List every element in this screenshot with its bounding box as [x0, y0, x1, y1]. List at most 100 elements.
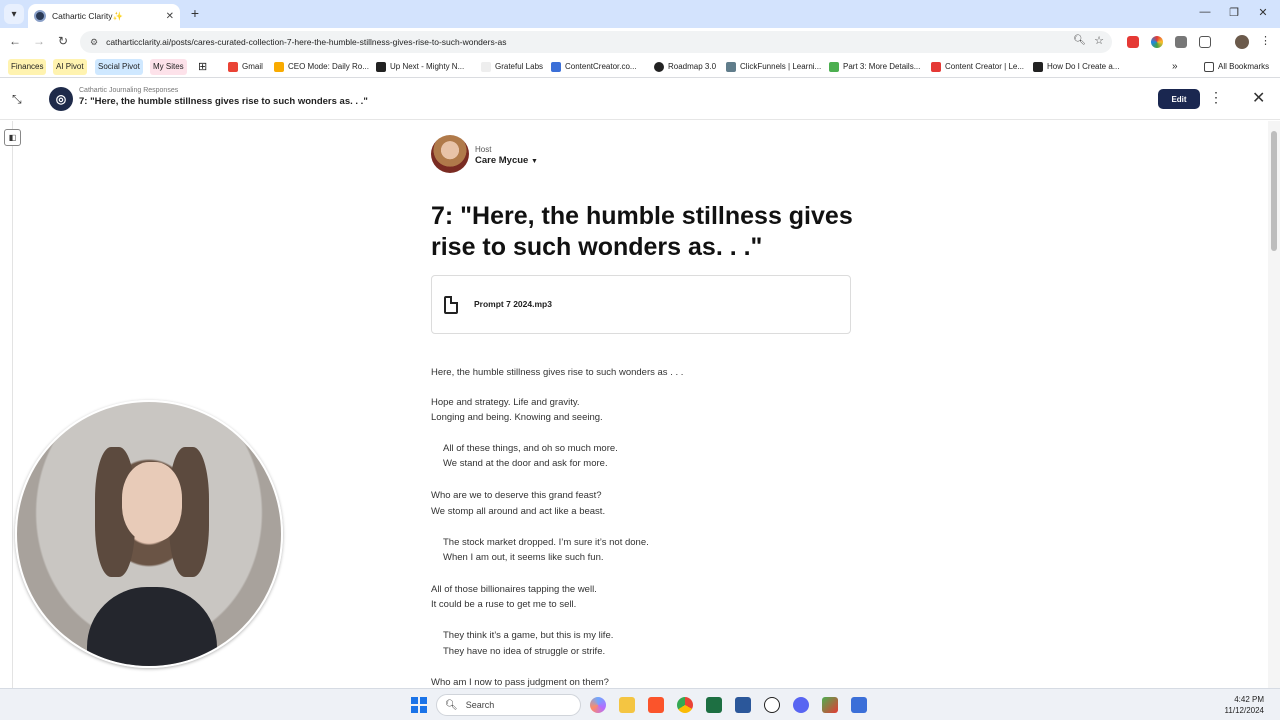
- bookmark-label: Finances: [8, 59, 47, 75]
- windows-start-icon[interactable]: [411, 697, 427, 713]
- bookmark-link[interactable]: ContentCreator.co...: [551, 59, 637, 75]
- bookmark-label: How Do I Create a...: [1047, 62, 1120, 71]
- bookmark-label: Roadmap 3.0: [668, 62, 717, 71]
- word-icon[interactable]: [735, 697, 751, 713]
- poem-line: They think it’s a game, but this is my l…: [443, 630, 614, 641]
- forward-icon[interactable]: →: [31, 34, 47, 48]
- search-icon: 🔍︎: [445, 699, 458, 711]
- scroll-thumb[interactable]: [1271, 131, 1277, 251]
- youtube-extension-icon[interactable]: [1127, 36, 1139, 48]
- poem-line: All of those billionaires tapping the we…: [431, 584, 597, 595]
- bookmark-folder[interactable]: My Sites: [150, 59, 187, 75]
- all-bookmarks-folder[interactable]: All Bookmarks: [1204, 59, 1269, 75]
- bookmark-link[interactable]: Part 3: More Details...: [829, 59, 920, 75]
- bookmark-icon: [551, 62, 561, 72]
- site-favicon-icon: [34, 10, 46, 22]
- tab-search-dropdown-icon[interactable]: ▾: [4, 4, 24, 24]
- sidebar-toggle-icon[interactable]: ◧: [4, 129, 21, 146]
- host-name-dropdown[interactable]: Care Mycue ▼: [475, 155, 538, 166]
- poem-line: It could be a ruse to get me to sell.: [431, 599, 577, 610]
- file-explorer-icon[interactable]: [619, 697, 635, 713]
- bookmark-label: Part 3: More Details...: [843, 62, 921, 71]
- poem-line: Here, the humble stillness gives rise to…: [431, 367, 684, 378]
- poem-line: Who are we to deserve this grand feast?: [431, 490, 602, 501]
- bookmark-link[interactable]: Grateful Labs: [481, 59, 543, 75]
- audio-attachment[interactable]: Prompt 7 2024.mp3: [431, 275, 851, 334]
- bookmark-link[interactable]: Content Creator | Le...: [931, 59, 1024, 75]
- file-icon: [444, 296, 458, 314]
- discord-icon[interactable]: [793, 697, 809, 713]
- profile-avatar[interactable]: [1235, 35, 1249, 49]
- poem-line: They have no idea of struggle or strife.: [443, 646, 606, 657]
- poem-line: All of these things, and oh so much more…: [443, 443, 618, 454]
- color-extension-icon[interactable]: [1151, 36, 1163, 48]
- bookmark-icon: [1033, 62, 1043, 72]
- bookmark-folder[interactable]: Social Pivot: [95, 59, 143, 75]
- bookmark-label: Grateful Labs: [495, 62, 544, 71]
- course-logo-icon: ◎: [49, 87, 73, 111]
- bookmark-icon: [829, 62, 839, 72]
- zoom-icon[interactable]: 🔍︎: [1073, 35, 1086, 46]
- poem-line: Hope and strategy. Life and gravity.: [431, 397, 580, 408]
- clock-date: 11/12/2024: [1224, 706, 1264, 715]
- webcam-bubble[interactable]: [15, 400, 283, 668]
- bookmark-link[interactable]: How Do I Create a...: [1033, 59, 1119, 75]
- extensions-puzzle-icon[interactable]: [1199, 36, 1211, 48]
- host-name: Care Mycue: [475, 155, 529, 166]
- system-clock[interactable]: 4:42 PM 11/12/2024: [1214, 694, 1264, 716]
- bookmark-icon: [376, 62, 386, 72]
- copilot-icon[interactable]: [590, 697, 606, 713]
- url-text[interactable]: catharticclarity.ai/posts/cares-curated-…: [106, 37, 506, 47]
- host-label: Host: [475, 145, 492, 154]
- bookmark-link[interactable]: Up Next - Mighty N...: [376, 59, 464, 75]
- attachment-name[interactable]: Prompt 7 2024.mp3: [474, 299, 552, 309]
- bookmark-label: Gmail: [242, 62, 263, 71]
- bookmark-icon: [274, 62, 284, 72]
- dell-icon[interactable]: [764, 697, 780, 713]
- maximize-icon[interactable]: ❐: [1226, 6, 1242, 19]
- scrollbar[interactable]: [1268, 121, 1280, 688]
- tab-close-icon[interactable]: ✕: [166, 11, 174, 22]
- bookmark-link[interactable]: Gmail: [228, 59, 263, 75]
- poem-line: When I am out, it seems like such fun.: [443, 552, 604, 563]
- bookmark-label: ClickFunnels | Learni...: [740, 62, 822, 71]
- back-icon[interactable]: ←: [7, 34, 23, 48]
- bookmark-folder[interactable]: Finances: [8, 59, 47, 75]
- chrome-icon[interactable]: [677, 697, 693, 713]
- close-icon[interactable]: ✕: [1252, 88, 1265, 108]
- browser-menu-icon[interactable]: ⋮: [1260, 34, 1271, 47]
- edit-button[interactable]: Edit: [1158, 89, 1200, 109]
- poem-line: Who am I now to pass judgment on them?: [431, 677, 609, 688]
- brave-icon[interactable]: [648, 697, 664, 713]
- folder-icon: [1204, 62, 1214, 72]
- poem-line: We stomp all around and act like a beast…: [431, 506, 606, 517]
- bookmark-star-icon[interactable]: ☆: [1094, 34, 1104, 47]
- bookmark-link[interactable]: Roadmap 3.0: [654, 59, 716, 75]
- bookmark-icon: [931, 62, 941, 72]
- more-options-icon[interactable]: ⋮: [1209, 89, 1223, 106]
- bookmark-link[interactable]: ClickFunnels | Learni...: [726, 59, 821, 75]
- collapse-icon[interactable]: ⤡: [12, 92, 22, 107]
- reload-icon[interactable]: ↻: [55, 34, 71, 48]
- calculator-icon[interactable]: [851, 697, 867, 713]
- breadcrumb[interactable]: Cathartic Journaling Responses: [79, 87, 178, 94]
- bookmark-folder[interactable]: AI Pivot: [53, 59, 87, 75]
- minimize-icon[interactable]: —: [1197, 6, 1213, 18]
- snipping-tool-icon[interactable]: [822, 697, 838, 713]
- window-close-icon[interactable]: ✕: [1255, 6, 1271, 19]
- address-bar[interactable]: ⚙ catharticclarity.ai/posts/cares-curate…: [80, 31, 1112, 53]
- poem-line: The stock market dropped. I’m sure it’s …: [443, 537, 649, 548]
- clock-time: 4:42 PM: [1234, 695, 1264, 704]
- extension-icon[interactable]: [1175, 36, 1187, 48]
- bookmark-label: ContentCreator.co...: [565, 62, 637, 71]
- excel-icon[interactable]: [706, 697, 722, 713]
- bookmark-link[interactable]: CEO Mode: Daily Ro...: [274, 59, 369, 75]
- header-title: 7: "Here, the humble stillness gives ris…: [79, 96, 368, 107]
- apps-grid-icon[interactable]: ⊞: [198, 59, 207, 75]
- left-rail: [0, 121, 13, 688]
- more-bookmarks-icon[interactable]: »: [1172, 59, 1178, 75]
- site-info-icon[interactable]: ⚙: [90, 37, 98, 48]
- browser-tab[interactable]: Cathartic Clarity✨ ✕: [28, 4, 180, 28]
- taskbar-search[interactable]: 🔍︎ Search: [436, 694, 581, 716]
- new-tab-icon[interactable]: +: [188, 5, 202, 21]
